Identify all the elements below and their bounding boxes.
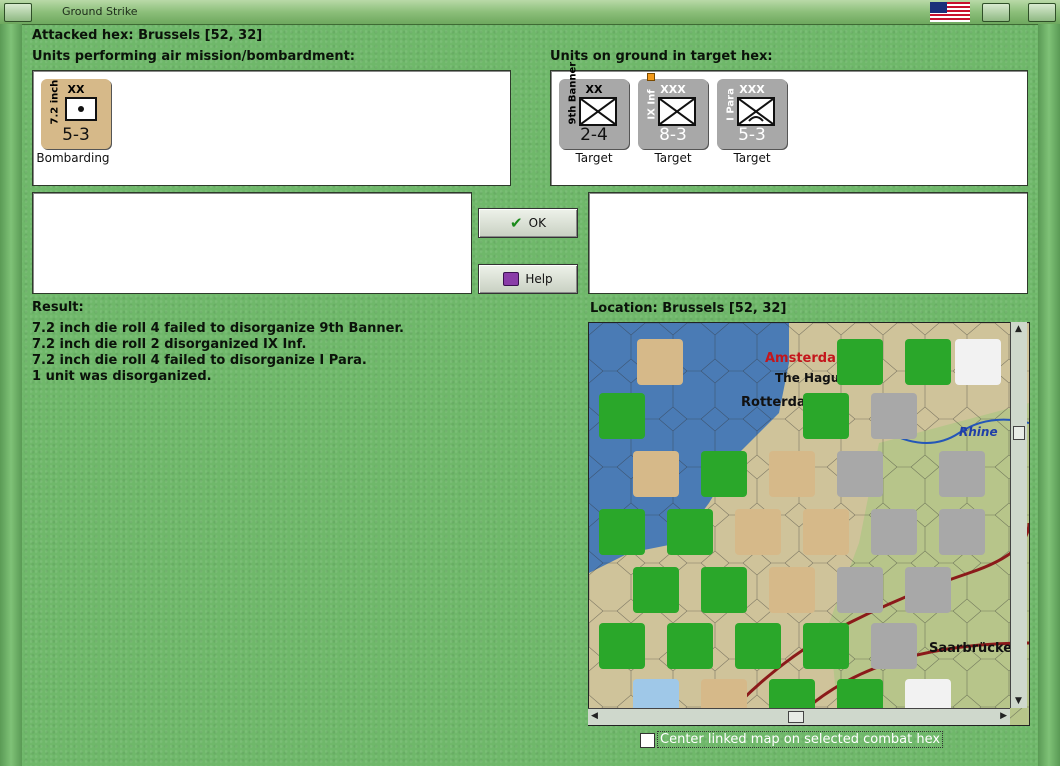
unit-counter-9th-banner[interactable]: XX 9th Banner 2-4 xyxy=(559,61,629,149)
map-label-rhine: Rhine xyxy=(959,425,998,439)
map-counter-allied-ground[interactable] xyxy=(667,509,713,555)
map-counter-allied-air[interactable] xyxy=(637,339,683,385)
ok-label: OK xyxy=(528,216,546,230)
result-line: 7.2 inch die roll 2 disorganized IX Inf. xyxy=(32,337,307,352)
map-counter-axis-ground[interactable] xyxy=(871,393,917,439)
unit-counter-7-2-inch[interactable]: XX 7.2 inch 5-3 xyxy=(41,79,111,149)
center-map-checkbox[interactable] xyxy=(640,733,655,748)
ground-units-panel: XX 9th Banner 2-4 Target XXX IX Inf 8-3 … xyxy=(550,61,1028,186)
help-label: Help xyxy=(525,272,553,286)
unit-status: Bombarding xyxy=(36,151,110,165)
map-counter-allied-air[interactable] xyxy=(599,393,645,439)
location-label: Location: Brussels [52, 32] xyxy=(590,301,787,316)
center-map-label[interactable]: Center linked map on selected combat hex xyxy=(657,731,944,748)
unit-strength: 5-3 xyxy=(62,125,90,145)
map-counter-allied-air[interactable] xyxy=(633,451,679,497)
horizontal-scroll-thumb[interactable] xyxy=(788,711,804,723)
map-label-saarbrucken: Saarbrücken xyxy=(929,641,1022,656)
map-counter-allied-ground[interactable] xyxy=(905,339,951,385)
map-counter-allied-ground[interactable] xyxy=(701,451,747,497)
air-units-panel: XX 7.2 inch 5-3 Bombarding xyxy=(32,70,511,186)
map-counter-allied-air[interactable] xyxy=(837,339,883,385)
unit-name: I Para xyxy=(725,88,737,121)
unit-name: 9th Banner xyxy=(567,61,579,125)
map-counter-allied-air[interactable] xyxy=(633,567,679,613)
result-label: Result: xyxy=(32,300,84,315)
air-units-label: Units performing air mission/bombardment… xyxy=(32,49,356,64)
attacked-hex-label: Attacked hex: Brussels [52, 32] xyxy=(32,28,263,43)
artillery-icon xyxy=(65,97,97,121)
map-counter-axis-air[interactable] xyxy=(939,451,985,497)
unit-status: Target xyxy=(654,151,692,165)
map-counter-axis-ground[interactable] xyxy=(955,339,1001,385)
title-bar: Ground Strike xyxy=(0,0,1060,25)
map-counter-allied-air[interactable] xyxy=(803,393,849,439)
unit-status: Target xyxy=(575,151,613,165)
unit-strength: 5-3 xyxy=(738,125,766,145)
us-flag-icon xyxy=(930,2,970,22)
map-counter-axis-ground[interactable] xyxy=(871,623,917,669)
map-counter-axis-air[interactable] xyxy=(939,509,985,555)
map-counter-axis-ground[interactable] xyxy=(837,567,883,613)
disorganized-marker-icon xyxy=(647,73,655,81)
unit-name: IX Inf xyxy=(646,89,658,120)
ok-button[interactable]: ✔ OK xyxy=(478,208,578,238)
map-vertical-scrollbar[interactable]: ▲ ▼ xyxy=(1010,322,1027,708)
map-counter-allied-ground[interactable] xyxy=(769,567,815,613)
map-counter-axis-ground[interactable] xyxy=(837,451,883,497)
scroll-up-arrow-icon[interactable]: ▲ xyxy=(1015,324,1022,334)
map-counter-selected-hex[interactable] xyxy=(803,509,849,555)
result-line: 1 unit was disorganized. xyxy=(32,369,212,384)
unit-status: Target xyxy=(733,151,771,165)
scroll-down-arrow-icon[interactable]: ▼ xyxy=(1015,696,1022,706)
scroll-left-arrow-icon[interactable]: ◀ xyxy=(591,711,598,721)
ground-units-label: Units on ground in target hex: xyxy=(550,49,773,64)
infantry-icon xyxy=(579,97,617,126)
air-losses-panel xyxy=(32,192,472,294)
scroll-right-arrow-icon[interactable]: ▶ xyxy=(1000,711,1007,721)
window-title: Ground Strike xyxy=(62,5,138,18)
unit-counter-i-para[interactable]: XXX I Para 5-3 xyxy=(717,79,787,149)
close-button[interactable] xyxy=(1028,3,1056,22)
map-horizontal-scrollbar[interactable]: ◀ ▶ xyxy=(588,708,1010,725)
map-counter-allied-air[interactable] xyxy=(769,451,815,497)
map-counter-allied-ground[interactable] xyxy=(599,623,645,669)
infantry-icon xyxy=(658,97,696,126)
map-counter-allied-air[interactable] xyxy=(735,509,781,555)
unit-strength: 2-4 xyxy=(580,125,608,145)
map-counter-allied-ground[interactable] xyxy=(803,623,849,669)
map-counter-allied-ground[interactable] xyxy=(735,623,781,669)
vertical-scroll-thumb[interactable] xyxy=(1013,426,1025,440)
linked-map[interactable]: Amsterdam The Hague Rotterdam Rhine Saar… xyxy=(588,322,1030,726)
result-line: 7.2 inch die roll 4 failed to disorganiz… xyxy=(32,321,404,336)
map-counter-axis-air[interactable] xyxy=(871,509,917,555)
system-menu-button[interactable] xyxy=(4,3,32,22)
window-frame-right xyxy=(1038,24,1060,766)
help-button[interactable]: Help xyxy=(478,264,578,294)
checkmark-icon: ✔ xyxy=(510,214,523,232)
unit-counter-ix-inf[interactable]: XXX IX Inf 8-3 xyxy=(638,79,708,149)
map-counter-axis-ground[interactable] xyxy=(905,567,951,613)
map-counter-allied-air[interactable] xyxy=(667,623,713,669)
paratrooper-icon xyxy=(737,97,775,126)
ground-losses-panel xyxy=(588,192,1028,294)
map-counter-allied-air[interactable] xyxy=(599,509,645,555)
map-counter-allied-air[interactable] xyxy=(701,567,747,613)
result-line: 7.2 inch die roll 4 failed to disorganiz… xyxy=(32,353,367,368)
unit-strength: 8-3 xyxy=(659,125,687,145)
minimize-button[interactable] xyxy=(982,3,1010,22)
help-book-icon xyxy=(503,272,520,286)
unit-name: 7.2 inch xyxy=(49,79,61,125)
window-frame-left xyxy=(0,24,22,766)
